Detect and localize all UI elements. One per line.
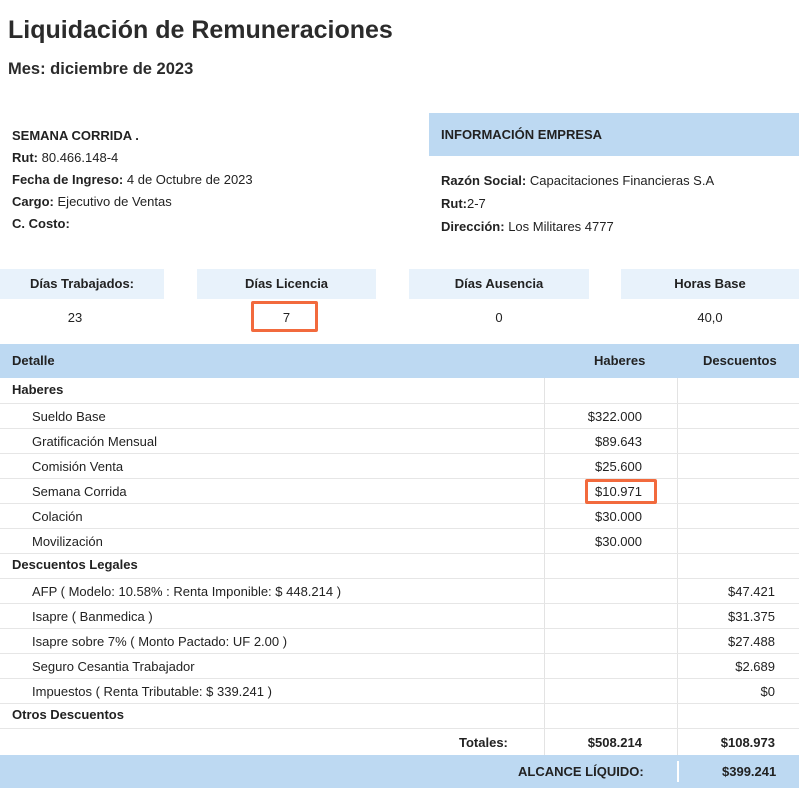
haber-amount-gratificacion: $89.643: [595, 434, 642, 449]
company-rut: Rut:2-7: [441, 196, 486, 211]
employee-name: SEMANA CORRIDA .: [12, 128, 139, 143]
semana-corrida-highlight: [585, 479, 657, 504]
employee-costo: C. Costo:: [12, 216, 70, 231]
stat-horas-base-label: Horas Base: [621, 269, 799, 299]
section-haberes: Haberes: [12, 382, 64, 397]
haber-label-colacion: Colación: [32, 509, 83, 524]
totales-label: Totales:: [459, 735, 508, 750]
section-descuentos-legales: Descuentos Legales: [12, 557, 138, 572]
descuento-amount-isapre: $31.375: [728, 609, 775, 624]
footer-divider: [677, 761, 679, 782]
descuento-amount-isapre-7: $27.488: [728, 634, 775, 649]
haber-amount-colacion: $30.000: [595, 509, 642, 524]
period-subtitle: Mes: diciembre de 2023: [8, 60, 194, 78]
stat-horas-base-value: 40,0: [697, 310, 723, 325]
row-divider: [0, 478, 799, 479]
row-divider: [0, 503, 799, 504]
row-divider: [0, 678, 799, 679]
total-haberes: $508.214: [587, 735, 642, 750]
col-divider-2: [677, 378, 678, 755]
stat-dias-trabajados-value: 23: [67, 310, 83, 325]
alcance-liquido-value: $399.241: [722, 764, 777, 779]
employee-rut: Rut: 80.466.148-4: [12, 150, 119, 165]
descuento-label-isapre: Isapre ( Banmedica ): [32, 609, 153, 624]
dias-licencia-highlight: [251, 301, 318, 332]
haber-amount-sueldo-base: $322.000: [587, 409, 642, 424]
descuento-amount-impuestos: $0: [760, 684, 775, 699]
haber-label-gratificacion: Gratificación Mensual: [32, 434, 157, 449]
stat-dias-trabajados-label: Días Trabajados:: [0, 269, 164, 299]
company-header: INFORMACIÓN EMPRESA: [429, 113, 799, 156]
haber-label-comision: Comisión Venta: [32, 459, 124, 474]
row-divider: [0, 628, 799, 629]
row-divider: [0, 653, 799, 654]
employee-info: SEMANA CORRIDA . Rut: 80.466.148-4 Fecha…: [12, 125, 253, 235]
descuento-label-impuestos: Impuestos ( Renta Tributable: $ 339.241 …: [32, 684, 272, 699]
row-divider: [0, 528, 799, 529]
row-divider: [0, 728, 799, 729]
employee-ingreso: Fecha de Ingreso: 4 de Octubre de 2023: [12, 172, 253, 187]
col-divider-1: [544, 378, 545, 755]
row-divider: [0, 603, 799, 604]
row-divider: [0, 428, 799, 429]
row-divider: [0, 578, 799, 579]
company-razon: Razón Social: Capacitaciones Financieras…: [441, 173, 715, 188]
descuento-label-afp: AFP ( Modelo: 10.58% : Renta Imponible: …: [32, 584, 342, 599]
row-divider: [0, 403, 799, 404]
descuento-label-isapre-7: Isapre sobre 7% ( Monto Pactado: UF 2.00…: [32, 634, 288, 649]
col-detalle: Detalle: [12, 353, 55, 368]
employee-cargo: Cargo: Ejecutivo de Ventas: [12, 194, 172, 209]
row-divider: [0, 703, 799, 704]
stat-dias-ausencia-value: 0: [495, 310, 503, 325]
descuento-amount-seguro-cesantia: $2.689: [735, 659, 775, 674]
company-info: Razón Social: Capacitaciones Financieras…: [441, 169, 714, 238]
table-header: Detalle Haberes Descuentos: [0, 344, 799, 378]
haber-label-movilizacion: Movilización: [32, 534, 103, 549]
section-otros-descuentos: Otros Descuentos: [12, 707, 124, 722]
col-haberes: Haberes: [594, 353, 646, 368]
row-divider: [0, 553, 799, 554]
page-title: Liquidación de Remuneraciones: [8, 16, 393, 44]
col-descuentos: Descuentos: [703, 353, 777, 368]
company-direccion: Dirección: Los Militares 4777: [441, 219, 614, 234]
alcance-liquido-label: ALCANCE LÍQUIDO:: [518, 764, 644, 779]
stat-dias-licencia-label: Días Licencia: [197, 269, 376, 299]
alcance-liquido-bar: ALCANCE LÍQUIDO: $399.241: [0, 755, 799, 788]
descuento-label-seguro-cesantia: Seguro Cesantia Trabajador: [32, 659, 195, 674]
descuento-amount-afp: $47.421: [728, 584, 775, 599]
stat-dias-ausencia-label: Días Ausencia: [409, 269, 589, 299]
haber-label-sueldo-base: Sueldo Base: [32, 409, 106, 424]
total-descuentos: $108.973: [720, 735, 775, 750]
haber-label-semana-corrida: Semana Corrida: [32, 484, 127, 499]
haber-amount-movilizacion: $30.000: [595, 534, 642, 549]
haber-amount-comision: $25.600: [595, 459, 642, 474]
row-divider: [0, 453, 799, 454]
